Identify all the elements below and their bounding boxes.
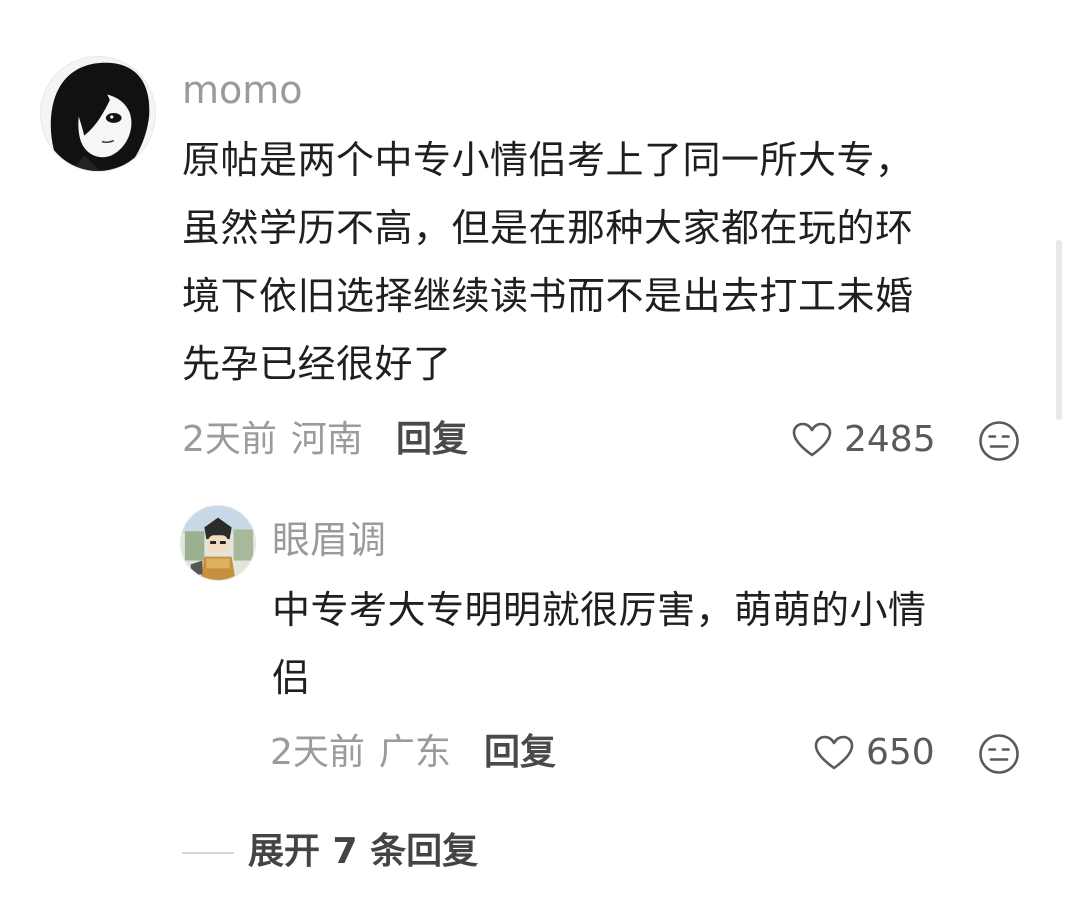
comment-text-line: 境下依旧选择继续读书而不是出去打工未婚 [182,274,914,318]
comment-like-count: 2485 [844,419,936,460]
comment-text-line: 原帖是两个中专小情侣考上了同一所大专， [182,138,914,182]
reply-reply-button[interactable]: 回复 [484,733,556,773]
reply-text-line: 中专考大专明明就很厉害，萌萌的小情 [272,588,927,632]
comment-username[interactable]: momo [182,68,303,112]
avatar-image [41,57,155,171]
reply-time: 2天前 [270,732,365,773]
comment-meta: 2天前 河南 [182,420,363,460]
reply-meta: 2天前 广东 [270,733,451,773]
comment-text-line: 虽然学历不高，但是在那种大家都在玩的环 [182,206,914,250]
comment-time: 2天前 [182,419,277,460]
comment-like-button[interactable]: 2485 [792,420,936,460]
scrollbar[interactable] [1056,240,1062,420]
expand-replies-button[interactable]: 展开 7 条回复 [248,832,478,872]
neutral-face-icon [979,734,1019,774]
reply-text-line: 侣 [272,656,311,700]
reply-like-button[interactable]: 650 [814,733,935,773]
comment-location: 河南 [290,419,363,460]
expand-divider [182,852,234,854]
reply-username[interactable]: 眼眉调 [272,518,386,562]
comment-text-line: 先孕已经很好了 [182,342,452,386]
reply-like-count: 650 [866,732,935,773]
heart-outline-icon [792,422,832,458]
avatar-image [181,506,255,580]
comment-text: 原帖是两个中专小情侣考上了同一所大专， 虽然学历不高，但是在那种大家都在玩的环 … [182,126,914,398]
heart-outline-icon [814,735,854,771]
comment-dislike-button[interactable] [978,420,1020,462]
avatar-momo[interactable] [40,56,156,172]
reply-dislike-button[interactable] [978,733,1020,775]
comment-reply-button[interactable]: 回复 [396,420,468,460]
avatar-reply-user[interactable] [180,505,256,581]
reply-text: 中专考大专明明就很厉害，萌萌的小情 侣 [272,576,927,712]
neutral-face-icon [979,421,1019,461]
reply-location: 广东 [378,732,451,773]
